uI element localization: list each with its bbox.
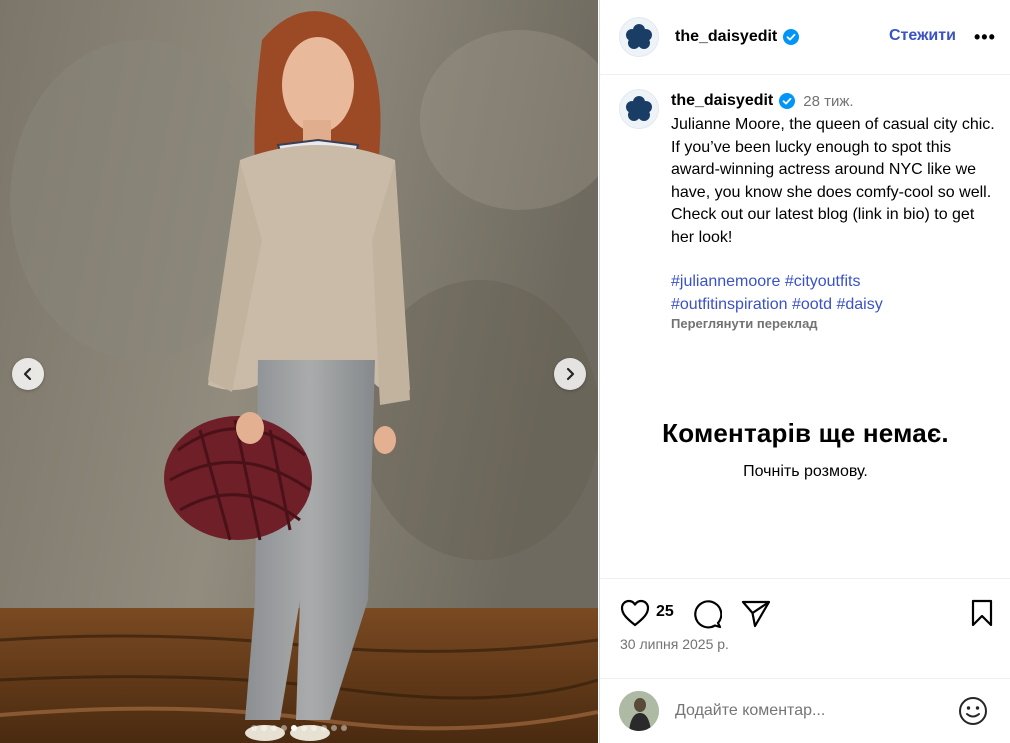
- carousel-dot: [321, 725, 327, 731]
- follow-button[interactable]: Стежити: [889, 27, 956, 45]
- post-header: the_daisyedit Стежити •••: [600, 0, 1010, 75]
- carousel-dot: [291, 725, 297, 731]
- carousel-dot: [251, 725, 257, 731]
- verified-badge-icon: [783, 29, 800, 45]
- hashtag-link[interactable]: #ootd: [792, 296, 832, 313]
- post-actions: 25 30 липня 2025 р.: [600, 578, 1010, 678]
- send-icon: [741, 600, 771, 628]
- caption-text: Julianne Moore, the queen of casual city…: [671, 116, 995, 246]
- carousel-dot: [271, 725, 277, 731]
- comment-input[interactable]: [675, 702, 955, 720]
- post-time[interactable]: 28 тиж.: [803, 93, 853, 110]
- likes-count[interactable]: 25: [656, 603, 674, 621]
- next-slide-button[interactable]: [554, 358, 586, 390]
- like-button[interactable]: [620, 599, 650, 632]
- caption-author-avatar[interactable]: [619, 89, 659, 129]
- comment-box: [600, 678, 1010, 743]
- previous-slide-button[interactable]: [12, 358, 44, 390]
- save-button[interactable]: [970, 599, 994, 632]
- heart-icon: [620, 599, 650, 627]
- carousel-dot: [341, 725, 347, 731]
- comment-button[interactable]: [692, 599, 723, 634]
- emoji-icon: [959, 697, 987, 725]
- post-side-panel: the_daisyedit Стежити ••• the_daisyedit …: [599, 0, 1010, 743]
- comment-icon: [694, 600, 723, 629]
- hashtags: #juliannemoore #cityoutfits #outfitinspi…: [671, 271, 999, 316]
- no-comments-title: Коментарів ще немає.: [662, 418, 949, 448]
- carousel-indicator: [0, 725, 598, 731]
- bookmark-icon: [971, 599, 993, 627]
- more-options-button[interactable]: •••: [974, 27, 996, 48]
- author-username[interactable]: the_daisyedit: [675, 28, 777, 46]
- hashtag-link[interactable]: #cityoutfits: [785, 273, 861, 290]
- hashtag-link[interactable]: #juliannemoore: [671, 273, 780, 290]
- post-date[interactable]: 30 липня 2025 р.: [620, 636, 729, 652]
- post-caption: the_daisyedit 28 тиж. Julianne Moore, th…: [619, 89, 999, 331]
- hashtag-link[interactable]: #daisy: [836, 296, 882, 313]
- no-comments-message: Коментарів ще немає. Почніть розмову.: [600, 418, 1010, 481]
- post-media[interactable]: [0, 0, 598, 743]
- current-user-avatar: [619, 691, 659, 731]
- no-comments-subtitle: Почніть розмову.: [743, 463, 868, 480]
- daisy-logo-icon: [626, 24, 652, 49]
- carousel-dot: [331, 725, 337, 731]
- see-translation-link[interactable]: Переглянути переклад: [671, 316, 999, 331]
- verified-badge-icon: [779, 93, 796, 109]
- carousel-dot: [301, 725, 307, 731]
- caption-username[interactable]: the_daisyedit: [671, 92, 773, 110]
- carousel-dot: [261, 725, 267, 731]
- share-button[interactable]: [741, 599, 771, 634]
- hashtag-link[interactable]: #outfitinspiration: [671, 296, 788, 313]
- author-avatar[interactable]: [619, 17, 659, 57]
- daisy-logo-icon: [626, 96, 652, 121]
- chevron-left-icon: [23, 367, 32, 381]
- chevron-right-icon: [566, 367, 575, 381]
- post-photo: [0, 0, 598, 743]
- carousel-dot: [281, 725, 287, 731]
- carousel-dot: [311, 725, 317, 731]
- emoji-button[interactable]: [958, 696, 988, 731]
